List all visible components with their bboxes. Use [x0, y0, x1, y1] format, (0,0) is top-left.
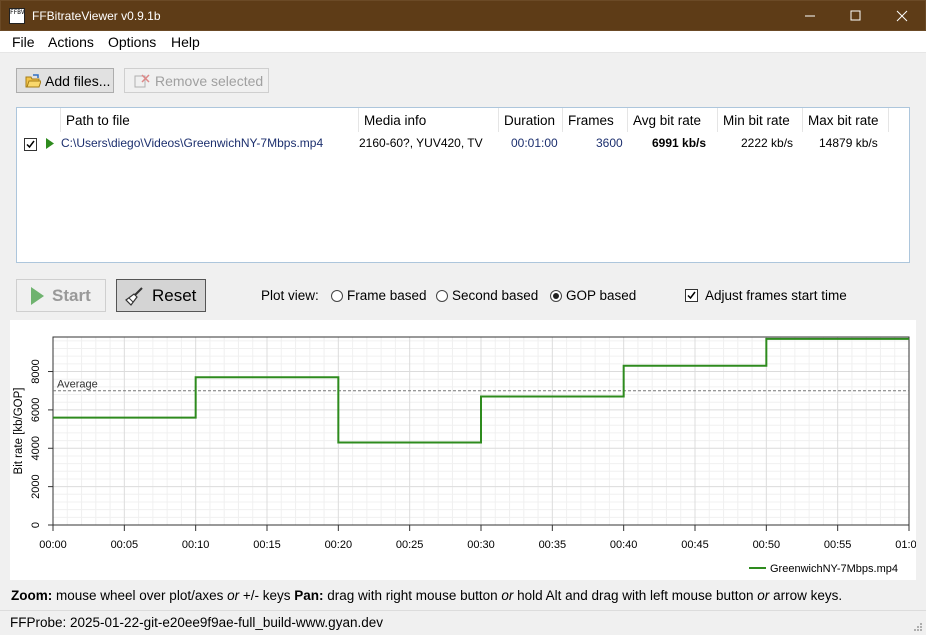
- start-button[interactable]: Start: [16, 279, 106, 312]
- menu-help[interactable]: Help: [171, 34, 200, 50]
- menu-file[interactable]: File: [12, 34, 35, 50]
- menu-actions[interactable]: Actions: [48, 34, 94, 50]
- grid-header-max[interactable]: Max bit rate: [803, 108, 889, 132]
- or-text: or: [757, 588, 770, 603]
- reset-label: Reset: [152, 285, 197, 305]
- y-tick-label: 8000: [30, 359, 42, 383]
- y-tick-label: 2000: [30, 474, 42, 498]
- minimize-icon: [805, 15, 815, 17]
- x-tick-label: 01:00: [895, 539, 916, 551]
- adjust-checkbox[interactable]: [685, 289, 698, 302]
- legend-label: GreenwichNY-7Mbps.mp4: [770, 563, 898, 575]
- duration: 00:01:00: [511, 136, 558, 150]
- x-tick-label: 00:10: [182, 539, 210, 551]
- x-tick-label: 00:45: [681, 539, 709, 551]
- checkmark-icon: [687, 291, 696, 300]
- checkmark-icon: [26, 140, 35, 149]
- close-button[interactable]: [879, 1, 925, 31]
- status-bar: FFProbe: 2025-01-22-git-e20ee9f9ae-full_…: [0, 610, 926, 635]
- y-axis-label: Bit rate [kb/GOP]: [13, 388, 25, 475]
- x-tick-label: 00:40: [610, 539, 638, 551]
- file-grid: Path to file Media info Duration Frames …: [16, 107, 910, 263]
- close-icon: [896, 10, 908, 22]
- play-icon: [31, 286, 44, 305]
- y-tick-label: 6000: [30, 398, 42, 422]
- x-tick-label: 00:55: [824, 539, 852, 551]
- plot-svg[interactable]: 00:00 00:05 00:10 00:15 00:20 00:25 00:30 00:35…: [10, 320, 923, 580]
- minimize-button[interactable]: [787, 1, 833, 31]
- pan-text: arrow keys.: [769, 588, 843, 603]
- x-tick-label: 00:30: [467, 539, 495, 551]
- grid-header-frames[interactable]: Frames: [563, 108, 628, 132]
- play-icon: [46, 138, 54, 149]
- radio-frame-based[interactable]: [331, 290, 343, 302]
- window-title: FFBitrateViewer v0.9.1b: [32, 9, 161, 23]
- radio-gop-based-label[interactable]: GOP based: [566, 288, 636, 303]
- x-tick-label: 00:50: [753, 539, 781, 551]
- grid-header-duration[interactable]: Duration: [499, 108, 563, 132]
- x-tick-label: 00:00: [39, 539, 67, 551]
- x-tick-label: 00:20: [325, 539, 353, 551]
- grid-header-avg[interactable]: Avg bit rate: [628, 108, 718, 132]
- radio-frame-based-label[interactable]: Frame based: [347, 288, 427, 303]
- pan-text: hold Alt and drag with left mouse button: [513, 588, 758, 603]
- avg-bitrate: 6991 kb/s: [652, 136, 707, 150]
- pan-text: drag with right mouse button: [323, 588, 502, 603]
- grid-header-path[interactable]: Path to file: [61, 108, 359, 132]
- file-path: C:\Users\diego\Videos\GreenwichNY-7Mbps.…: [61, 136, 324, 150]
- row-checkbox[interactable]: [24, 138, 37, 151]
- bitrate-plot[interactable]: 00:00 00:05 00:10 00:15 00:20 00:25 00:30 00:35…: [10, 320, 923, 580]
- zoom-text: mouse wheel over plot/axes: [52, 588, 228, 603]
- adjust-label[interactable]: Adjust frames start time: [705, 288, 847, 303]
- app-icon: FFBV: [9, 8, 25, 24]
- reset-button[interactable]: Reset: [116, 279, 206, 312]
- keys-text: +/- keys: [239, 588, 295, 603]
- title-bar: FFBV FFBitrateViewer v0.9.1b: [0, 0, 926, 31]
- menu-bar: File Actions Options Help: [0, 31, 926, 53]
- min-bitrate: 2222 kb/s: [741, 136, 794, 150]
- add-files-label: Add files...: [45, 72, 111, 89]
- broom-icon: [125, 286, 143, 306]
- remove-selected-label: Remove selected: [155, 72, 264, 89]
- plot-view-label: Plot view:: [261, 288, 319, 303]
- x-tick-label: 00:35: [539, 539, 567, 551]
- x-tick-label: 00:05: [111, 539, 139, 551]
- y-tick-label: 0: [30, 522, 42, 528]
- maximize-button[interactable]: [833, 1, 879, 31]
- grid-header-media[interactable]: Media info: [359, 108, 499, 132]
- zoom-label: Zoom:: [11, 588, 53, 603]
- grid-header-check: [17, 108, 61, 132]
- remove-icon: [134, 73, 150, 87]
- start-label: Start: [52, 285, 91, 305]
- or-text: or: [227, 588, 240, 603]
- frames: 3600: [596, 136, 623, 150]
- x-tick-label: 00:25: [396, 539, 424, 551]
- grid-header-min[interactable]: Min bit rate: [718, 108, 803, 132]
- radio-second-based-label[interactable]: Second based: [452, 288, 538, 303]
- open-folder-icon: [25, 73, 41, 87]
- or-text: or: [501, 588, 514, 603]
- max-bitrate: 14879 kb/s: [819, 136, 878, 150]
- y-tick-label: 4000: [30, 436, 42, 460]
- x-tick-label: 00:15: [253, 539, 281, 551]
- media-info: 2160-60?, YUV420, TV: [359, 136, 483, 150]
- radio-gop-based[interactable]: [550, 290, 562, 302]
- average-label: Average: [57, 379, 98, 391]
- menu-options[interactable]: Options: [108, 34, 156, 50]
- maximize-icon: [850, 10, 861, 21]
- remove-selected-button[interactable]: Remove selected: [124, 68, 269, 93]
- resize-grip-icon[interactable]: [913, 622, 923, 632]
- add-files-button[interactable]: Add files...: [16, 68, 114, 93]
- radio-second-based[interactable]: [436, 290, 448, 302]
- help-text: Zoom: mouse wheel over plot/axes or +/- …: [11, 588, 842, 603]
- pan-label: Pan:: [294, 588, 324, 603]
- status-text: FFProbe: 2025-01-22-git-e20ee9f9ae-full_…: [10, 615, 383, 630]
